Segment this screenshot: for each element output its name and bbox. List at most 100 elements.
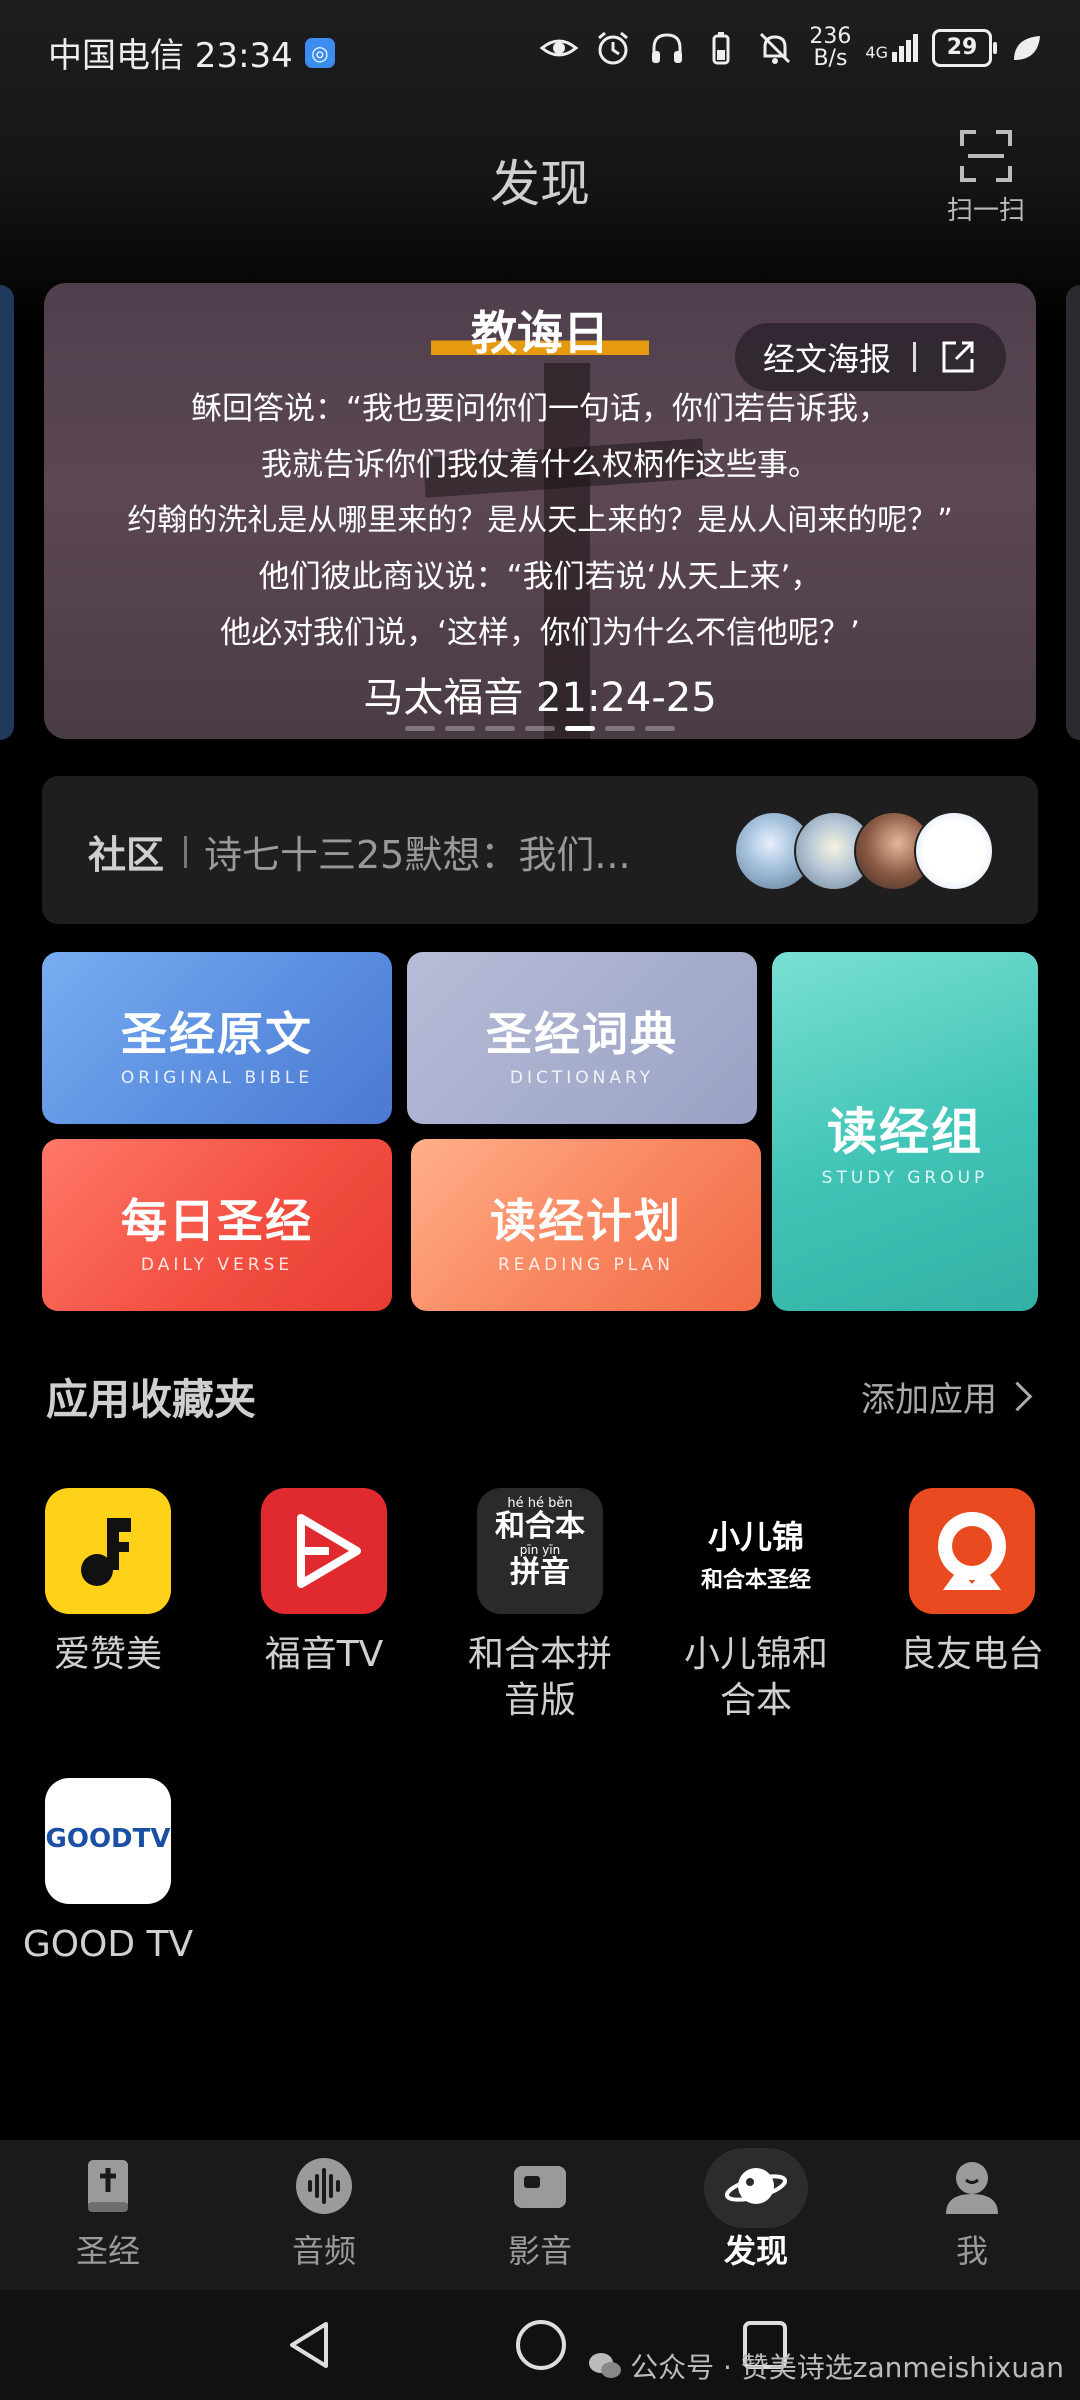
tile-title: 圣经词典 [486, 1007, 678, 1061]
app-label: 和合本拼音版 [467, 1634, 612, 1721]
page-dot [525, 726, 555, 731]
page-title: 发现 [490, 155, 590, 213]
app-gospel-tv[interactable]: 福音TV [216, 1488, 432, 1678]
icon-text-mid: 和合本 [495, 1509, 585, 1544]
headphones-icon [652, 33, 683, 63]
icon-text-bottom: 和合本圣经 [700, 1568, 811, 1593]
tile-subtitle: DICTIONARY [509, 1068, 655, 1088]
system-nav-bar: 公众号 · 赞美诗选zanmeishixuan [0, 2290, 1080, 2400]
profile-icon [946, 2162, 998, 2214]
banner-next-peek[interactable] [1066, 285, 1080, 740]
verse-reference: 马太福音 21:24-25 [363, 675, 717, 721]
page-dot [645, 726, 675, 731]
community-card[interactable]: 社区 诗七十三25默想：我们... [42, 776, 1038, 924]
app-label: 良友电台 [899, 1634, 1044, 1675]
banner-prev-peek[interactable] [0, 285, 14, 740]
tab-discover[interactable]: 发现 [648, 2148, 864, 2272]
tile-subtitle: READING PLAN [497, 1255, 675, 1275]
app-label: 爱赞美 [53, 1634, 162, 1675]
notification-app-icon: ◎ [304, 37, 335, 68]
eye-icon [540, 39, 579, 57]
icon-text-top: 小儿锦 [707, 1518, 804, 1556]
chevron-right-icon [1002, 1381, 1033, 1412]
daily-verse-tile[interactable]: 每日圣经 DAILY VERSE [42, 1139, 392, 1311]
scan-button[interactable]: 扫一扫 [936, 128, 1036, 227]
tile-subtitle: DAILY VERSE [140, 1255, 294, 1275]
app-liangyou-radio[interactable]: 良友电台 [864, 1488, 1080, 1678]
signal-strength-icon: 4G [865, 34, 918, 62]
page-dot [485, 726, 515, 731]
app-heheben-pinyin[interactable]: hé hé běn 和合本 pīn yīn 拼音 和合本拼音版 [432, 1488, 648, 1724]
watermark-text: 公众号 · 赞美诗选zanmeishixuan [630, 2351, 1064, 2384]
community-divider [184, 836, 187, 868]
aizanmei-app-icon [45, 1488, 171, 1614]
add-app-button[interactable]: 添加应用 [861, 1372, 1033, 1421]
add-app-label: 添加应用 [861, 1380, 997, 1420]
verse-line: 稣回答说：“我也要问你们一句话，你们若告诉我， [190, 391, 890, 427]
study-group-tile[interactable]: 读经组 STUDY GROUP [772, 952, 1038, 1311]
verse-poster-label: 经文海报 [762, 340, 891, 378]
app-good-tv[interactable]: GOODTV GOOD TV [0, 1778, 216, 1968]
dictionary-tile[interactable]: 圣经词典 DICTIONARY [407, 952, 757, 1124]
good-tv-app-icon: GOODTV [45, 1778, 171, 1904]
alarm-icon [598, 31, 629, 65]
community-label: 社区 [88, 833, 165, 877]
leaf-icon [1014, 36, 1040, 60]
icon-text-bottom: 拼音 [510, 1555, 570, 1590]
avatar [914, 811, 994, 891]
tab-me[interactable]: 我 [864, 2154, 1080, 2272]
page-dot [605, 726, 635, 731]
app-label: 小儿锦和合本 [683, 1634, 828, 1721]
network-speed-value: 236 [809, 24, 852, 49]
page-dot-active [565, 726, 595, 731]
poster-divider [913, 342, 916, 372]
scan-label: 扫一扫 [946, 196, 1025, 226]
bottom-nav: 圣经 音频 影音 发现 我 [0, 2140, 1080, 2290]
battery-saver-icon [712, 32, 730, 65]
status-bar: 中国电信 23:34 ◎ 236 B/s 4G 29 [0, 0, 1080, 104]
home-icon[interactable] [514, 2318, 568, 2372]
tab-bible[interactable]: 圣经 [0, 2154, 216, 2272]
tab-label: 圣经 [75, 2232, 140, 2270]
network-speed: 236 B/s [809, 26, 851, 70]
tab-video[interactable]: 影音 [432, 2154, 648, 2272]
verse-line: 他们彼此商议说：“我们若说‘从天上来’， [258, 559, 822, 595]
app-aizanmei[interactable]: 爱赞美 [0, 1488, 216, 1678]
app-label: GOOD TV [22, 1924, 194, 1965]
signal-type: 4G [865, 43, 888, 62]
heheben-pinyin-app-icon: hé hé běn 和合本 pīn yīn 拼音 [477, 1488, 603, 1614]
verse-banner[interactable]: 教诲日 经文海报 稣回答说：“我也要问你们一句话，你们若告诉我， 我就告诉你们我… [44, 283, 1036, 739]
watermark: 公众号 · 赞美诗选zanmeishixuan [588, 2346, 1064, 2386]
wechat-icon [589, 2353, 622, 2378]
tab-audio[interactable]: 音频 [216, 2154, 432, 2272]
external-link-icon [942, 341, 974, 373]
audio-icon [296, 2158, 352, 2214]
tile-title: 读经计划 [490, 1194, 682, 1248]
app-xiaoerjin[interactable]: 小儿锦 和合本圣经 小儿锦和合本 [648, 1488, 864, 1724]
favorites-title: 应用收藏夹 [46, 1375, 257, 1424]
app-label: 福音TV [264, 1634, 384, 1675]
status-right: 236 B/s 4G 29 [539, 26, 1046, 70]
carrier-time: 中国电信 23:34 [48, 36, 293, 76]
tile-subtitle: ORIGINAL BIBLE [120, 1068, 314, 1088]
xiaoerjin-app-icon: 小儿锦 和合本圣经 [693, 1488, 819, 1614]
verse-line: 约翰的洗礼是从哪里来的？是从天上来的？是从人间来的呢？” [127, 503, 953, 538]
status-left: 中国电信 23:34 ◎ [48, 28, 335, 77]
battery-level: 29 [932, 29, 997, 67]
page-dot [405, 726, 435, 731]
back-icon[interactable] [284, 2318, 334, 2372]
tab-label: 音频 [291, 2232, 356, 2270]
gospel-tv-app-icon [261, 1488, 387, 1614]
original-bible-tile[interactable]: 圣经原文 ORIGINAL BIBLE [42, 952, 392, 1124]
banner-page-indicator [44, 726, 1036, 731]
liangyou-radio-app-icon [909, 1488, 1035, 1614]
reading-plan-tile[interactable]: 读经计划 READING PLAN [411, 1139, 761, 1311]
banner-title: 教诲日 [431, 297, 649, 363]
tile-title: 圣经原文 [121, 1007, 313, 1061]
tile-title: 读经组 [827, 1103, 983, 1161]
tab-label: 发现 [723, 2232, 788, 2270]
planet-icon [724, 2168, 788, 2204]
tile-title: 每日圣经 [121, 1194, 313, 1248]
network-speed-unit: B/s [813, 46, 848, 71]
page-dot [445, 726, 475, 731]
